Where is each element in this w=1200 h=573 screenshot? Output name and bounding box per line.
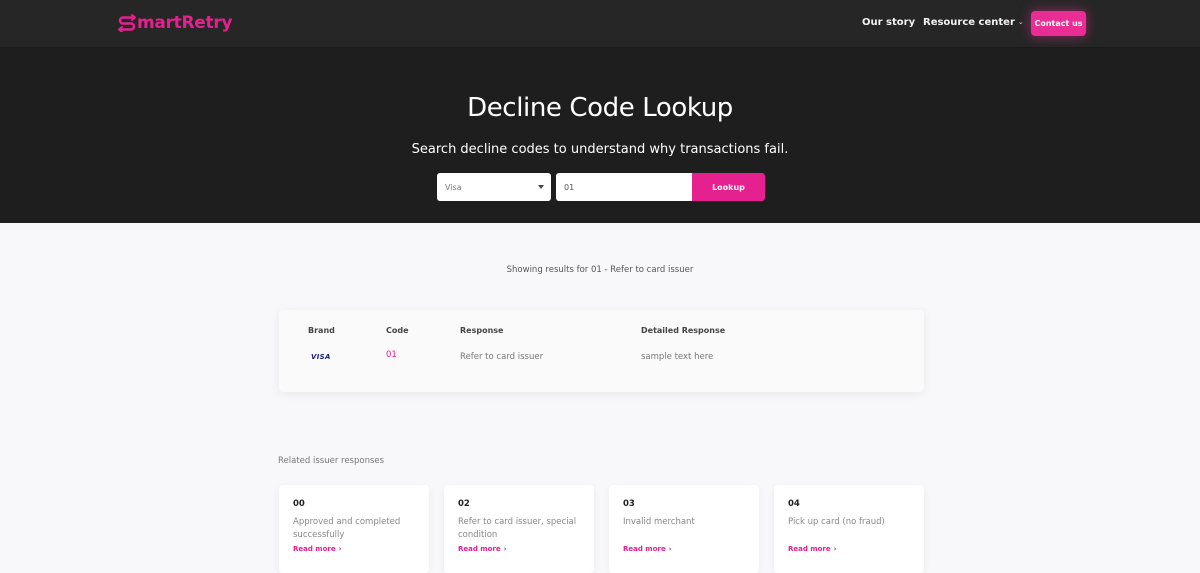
- card-brand-select[interactable]: Visa: [437, 173, 551, 201]
- chevron-right-icon: ›: [668, 545, 672, 553]
- decline-code-input[interactable]: [556, 173, 693, 201]
- column-header-brand: Brand: [308, 326, 335, 335]
- read-more-label: Read more: [458, 545, 501, 553]
- card-brand-select-value: Visa: [445, 182, 462, 192]
- column-header-code: Code: [386, 326, 409, 335]
- page-subtitle: Search decline codes to understand why t…: [411, 142, 789, 157]
- related-card[interactable]: 02 Refer to card issuer, special conditi…: [444, 485, 594, 573]
- cell-response: Refer to card issuer: [460, 352, 544, 362]
- related-card[interactable]: 03 Invalid merchant Read more ›: [609, 485, 759, 573]
- nav-our-story[interactable]: Our story: [862, 17, 915, 28]
- related-card-code: 04: [788, 499, 800, 509]
- related-card-description: Invalid merchant: [623, 517, 695, 527]
- result-table: Brand Code Response Detailed Response VI…: [279, 310, 924, 392]
- related-card-code: 03: [623, 499, 635, 509]
- related-card-description: Approved and completed successfully: [293, 517, 401, 540]
- chevron-right-icon: ›: [338, 545, 342, 553]
- chevron-right-icon: ›: [503, 545, 507, 553]
- top-navbar: martRetry Our story Resource center ⌄ Con…: [0, 0, 1200, 48]
- nav-resource-center[interactable]: Resource center ⌄: [923, 17, 1024, 28]
- logo-s-icon: [118, 14, 136, 32]
- chevron-down-icon: ⌄: [1017, 18, 1024, 26]
- caret-down-icon: [538, 185, 544, 189]
- results-summary: Showing results for 01 - Refer to card i…: [506, 265, 694, 275]
- cell-code: 01: [386, 350, 397, 360]
- read-more-link[interactable]: Read more ›: [458, 545, 507, 553]
- contact-us-button[interactable]: Contact us: [1031, 11, 1086, 36]
- hero-section: Decline Code Lookup Search decline codes…: [0, 48, 1200, 223]
- column-header-detailed-response: Detailed Response: [641, 326, 726, 335]
- nav-resource-center-label: Resource center: [923, 17, 1015, 28]
- visa-logo: VISA: [311, 353, 331, 361]
- read-more-link[interactable]: Read more ›: [293, 545, 342, 553]
- lookup-button[interactable]: Lookup: [692, 173, 765, 201]
- cell-detailed-response: sample text here: [641, 352, 714, 362]
- read-more-label: Read more: [788, 545, 831, 553]
- read-more-link[interactable]: Read more ›: [623, 545, 672, 553]
- related-section-title: Related issuer responses: [278, 456, 385, 466]
- brand-logo[interactable]: martRetry: [117, 13, 233, 33]
- read-more-label: Read more: [623, 545, 666, 553]
- read-more-label: Read more: [293, 545, 336, 553]
- read-more-link[interactable]: Read more ›: [788, 545, 837, 553]
- column-header-response: Response: [460, 326, 504, 335]
- related-card-code: 00: [293, 499, 305, 509]
- logo-text: martRetry: [137, 13, 233, 33]
- chevron-right-icon: ›: [833, 545, 837, 553]
- related-card-description: Refer to card issuer, special condition: [458, 517, 577, 540]
- related-card-description: Pick up card (no fraud): [788, 517, 885, 527]
- related-card[interactable]: 00 Approved and completed successfully R…: [279, 485, 429, 573]
- related-card-code: 02: [458, 499, 470, 509]
- related-card[interactable]: 04 Pick up card (no fraud) Read more ›: [774, 485, 924, 573]
- page-title: Decline Code Lookup: [467, 93, 733, 123]
